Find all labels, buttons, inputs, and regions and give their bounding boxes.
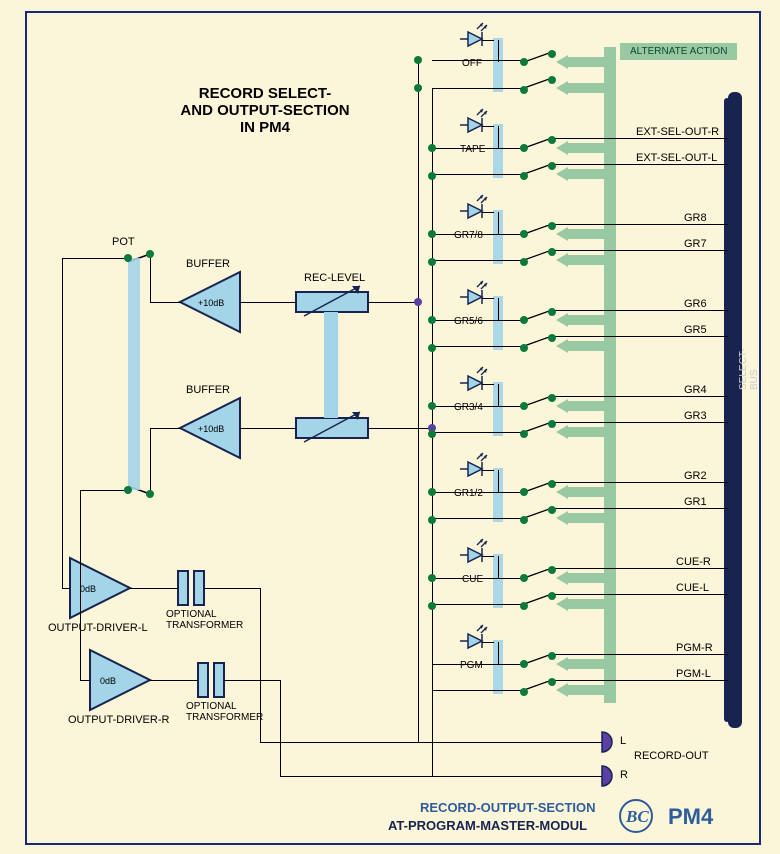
xfmr-l-label: OPTIONAL TRANSFORMER xyxy=(166,609,243,631)
sig-6-top: CUE-R xyxy=(676,556,711,568)
switch-label-3: GR5/6 xyxy=(454,316,483,327)
pot-gang-bar xyxy=(128,258,140,490)
driver-r-gain: 0dB xyxy=(100,676,116,686)
buffer-gain-bot: +10dB xyxy=(198,424,224,434)
select-bus-bar-left xyxy=(724,98,730,722)
alt-action-bar xyxy=(604,47,616,703)
select-bus-bar xyxy=(728,92,742,728)
sig-3-top: GR6 xyxy=(684,298,707,310)
sig-1-top: EXT-SEL-OUT-R xyxy=(636,126,719,138)
diagram-title: RECORD SELECT- AND OUTPUT-SECTION IN PM4 xyxy=(150,85,380,136)
pot-label: POT xyxy=(112,236,135,248)
buffer-gain-top: +10dB xyxy=(198,298,224,308)
footer-product: PM4 xyxy=(668,804,713,830)
rec-level-label: REC-LEVEL xyxy=(304,272,365,284)
switch-label-6: CUE xyxy=(462,574,483,585)
sig-4-bot: GR3 xyxy=(684,410,707,422)
sig-5-bot: GR1 xyxy=(684,496,707,508)
switch-label-5: GR1/2 xyxy=(454,488,483,499)
switch-label-7: PGM xyxy=(460,660,483,671)
buffer-label-bot: BUFFER xyxy=(186,384,230,396)
sig-3-bot: GR5 xyxy=(684,324,707,336)
sig-7-top: PGM-R xyxy=(676,642,713,654)
alt-action-label: ALTERNATE ACTION xyxy=(620,43,737,60)
driver-l-gain: 0dB xyxy=(80,584,96,594)
record-out-l: L xyxy=(620,735,626,747)
sig-7-bot: PGM-L xyxy=(676,668,711,680)
sig-2-top: GR8 xyxy=(684,212,707,224)
sig-5-top: GR2 xyxy=(684,470,707,482)
switch-label-1: TAPE xyxy=(460,144,485,155)
sig-6-bot: CUE-L xyxy=(676,582,709,594)
footer-line1: RECORD-OUTPUT-SECTION xyxy=(420,800,596,815)
driver-r-label: OUTPUT-DRIVER-R xyxy=(68,714,169,726)
switch-label-4: GR3/4 xyxy=(454,402,483,413)
footer-line2: AT-PROGRAM-MASTER-MODUL xyxy=(388,818,587,833)
sig-2-bot: GR7 xyxy=(684,238,707,250)
record-out-label: RECORD-OUT xyxy=(634,750,709,762)
buffer-label-top: BUFFER xyxy=(186,258,230,270)
title-line1: RECORD SELECT- xyxy=(199,85,332,102)
xfmr-r-label: OPTIONAL TRANSFORMER xyxy=(186,701,263,723)
rail-top-upper xyxy=(418,60,419,742)
sig-4-top: GR4 xyxy=(684,384,707,396)
switch-label-0: OFF xyxy=(462,58,482,69)
title-line2: AND OUTPUT-SECTION xyxy=(180,102,349,119)
record-out-r: R xyxy=(620,769,628,781)
select-bus-label: SELECT-BUS xyxy=(738,348,760,390)
switch-label-2: GR7/8 xyxy=(454,230,483,241)
sig-1-bot: EXT-SEL-OUT-L xyxy=(636,152,717,164)
driver-l-label: OUTPUT-DRIVER-L xyxy=(48,622,148,634)
title-line3: IN PM4 xyxy=(240,119,290,136)
